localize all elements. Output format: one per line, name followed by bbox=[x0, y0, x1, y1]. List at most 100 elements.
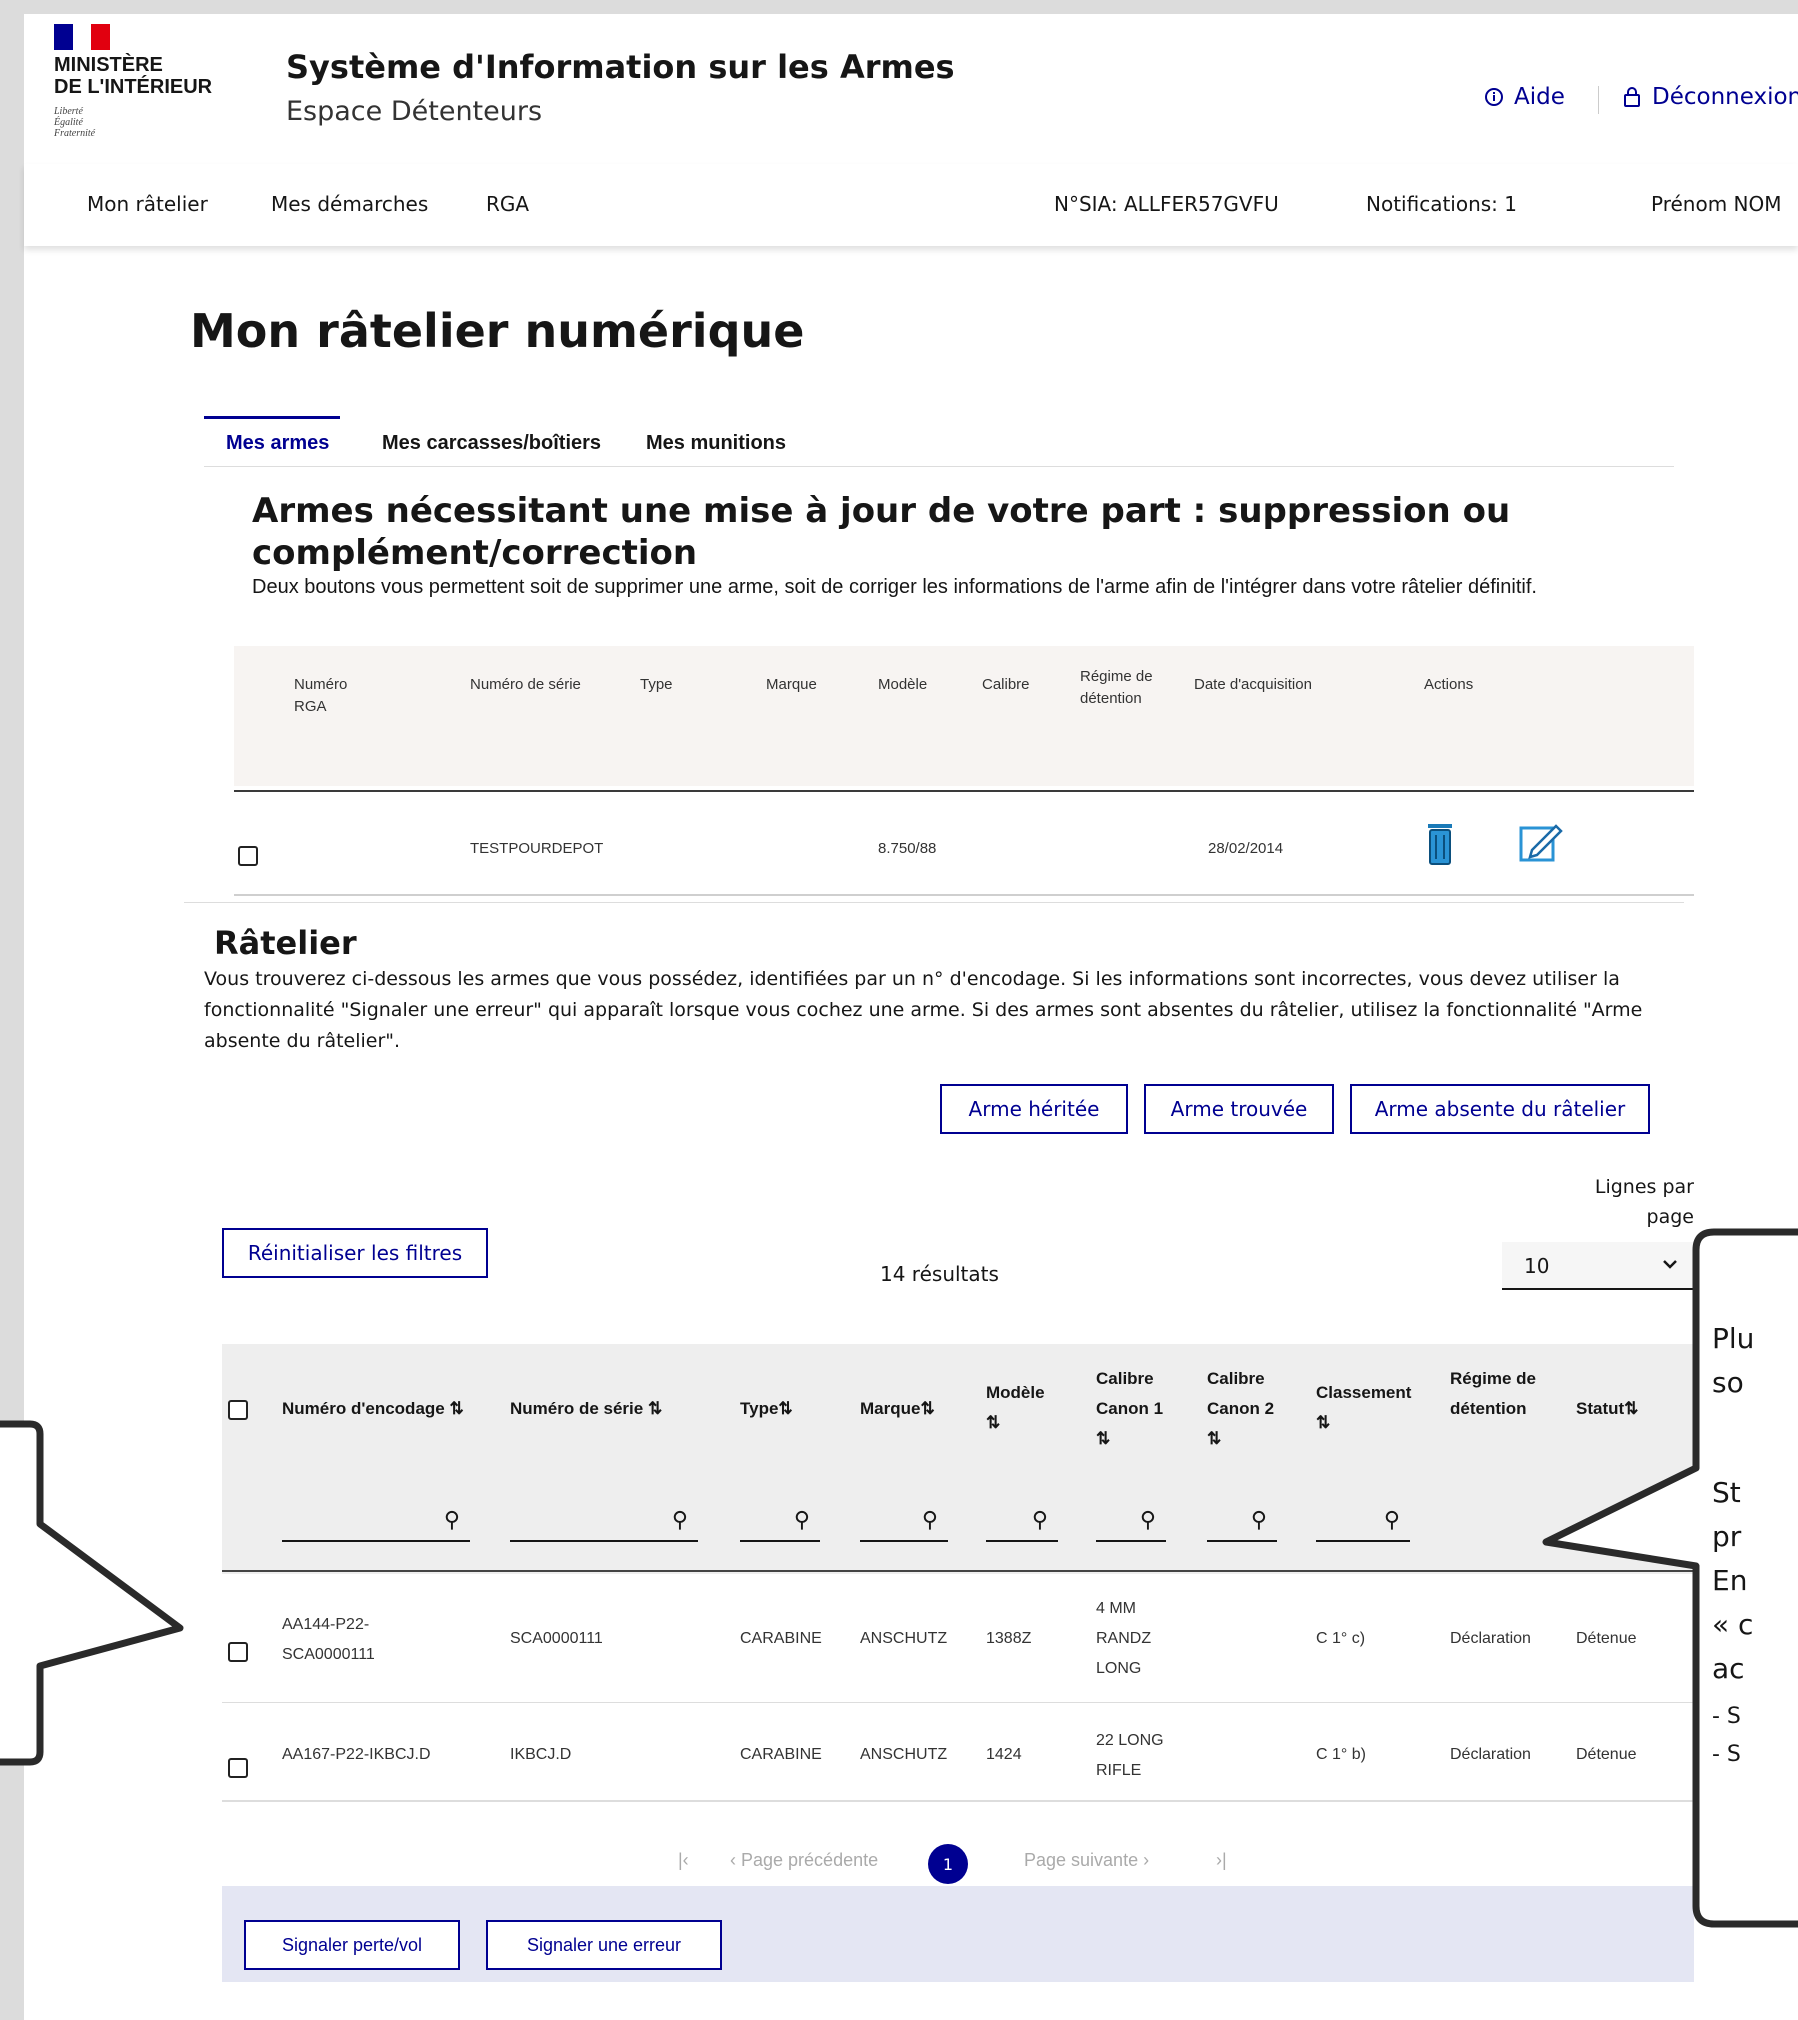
row1-modele: 1388Z bbox=[986, 1630, 1032, 1647]
col-regime: Régime de détention bbox=[1080, 668, 1153, 707]
col-numero-serie: Numéro de série bbox=[470, 676, 581, 693]
callout-right-text-1: Plu bbox=[1712, 1322, 1755, 1355]
filter-calibre2-input[interactable]: ⚲ bbox=[1207, 1508, 1277, 1542]
row2-calibre1: 22 LONG RIFLE bbox=[1096, 1732, 1164, 1779]
ratelier-description: Vous trouverez ci-dessous les armes que … bbox=[204, 968, 1643, 1052]
callout-right-text-2: so bbox=[1712, 1366, 1744, 1399]
current-page[interactable]: 1 bbox=[928, 1844, 968, 1884]
update-section-lead: Deux boutons vous permettent soit de sup… bbox=[252, 576, 1537, 598]
filter-calibre1-input[interactable]: ⚲ bbox=[1096, 1508, 1166, 1542]
marianne-flag-icon bbox=[54, 24, 111, 50]
nav-item-ratelier[interactable]: Mon râtelier bbox=[87, 192, 208, 216]
next-page-link[interactable]: Page suivante › bbox=[1024, 1850, 1149, 1871]
ratelier-table-header-line bbox=[222, 1570, 1694, 1572]
reset-filters-button[interactable]: Réinitialiser les filtres bbox=[222, 1228, 488, 1278]
update-table-header-line bbox=[234, 790, 1694, 792]
republic-motto: Liberté Égalité Fraternité bbox=[54, 106, 96, 139]
main-nav: Mon râtelier Mes démarches RGA N°SIA: AL… bbox=[24, 164, 1798, 246]
logout-label: Déconnexion bbox=[1652, 84, 1798, 110]
callout-right-text-4: pr bbox=[1712, 1520, 1742, 1553]
tab-munitions[interactable]: Mes munitions bbox=[646, 432, 786, 455]
page: MINISTÈRE DE L'INTÉRIEUR Liberté Égalité… bbox=[0, 14, 1798, 2020]
col-modele: Modèle bbox=[878, 676, 928, 693]
site-title[interactable]: Système d'Information sur les Armes bbox=[286, 48, 955, 86]
col-marque-sort[interactable]: Marque⇅ bbox=[860, 1394, 935, 1424]
report-error-button[interactable]: Signaler une erreur bbox=[486, 1920, 722, 1970]
col-type-sort[interactable]: Type⇅ bbox=[740, 1394, 793, 1424]
search-icon: ⚲ bbox=[1139, 1508, 1156, 1533]
logout-link[interactable]: Déconnexion bbox=[1622, 84, 1798, 110]
row1-serie: SCA0000111 bbox=[510, 1630, 603, 1647]
filter-encodage-input[interactable]: ⚲ bbox=[282, 1508, 470, 1542]
col-encodage[interactable]: Numéro d'encodage ⇅ bbox=[282, 1394, 464, 1424]
help-link[interactable]: Aide bbox=[1484, 84, 1565, 110]
update-table-header bbox=[234, 646, 1694, 786]
col-calibre1-sort[interactable]: Calibre Canon 1 ⇅ bbox=[1096, 1364, 1166, 1454]
col-calibre2-sort[interactable]: Calibre Canon 2 ⇅ bbox=[1207, 1364, 1277, 1454]
update-row-serial: TESTPOURDEPOT bbox=[470, 840, 604, 857]
edit-pencil-icon[interactable] bbox=[1518, 820, 1564, 864]
row1-calibre1: 4 MM RANDZ LONG bbox=[1096, 1600, 1152, 1677]
prev-page-label: Page précédente bbox=[741, 1850, 879, 1870]
search-icon: ⚲ bbox=[921, 1508, 938, 1533]
col-actions: Actions bbox=[1424, 676, 1474, 693]
site-subtitle: Espace Détenteurs bbox=[286, 96, 543, 127]
results-count: 14 résultats bbox=[880, 1262, 999, 1286]
callout-right-text-6: « c bbox=[1712, 1608, 1754, 1641]
tab-panel-border bbox=[204, 466, 1674, 467]
select-all-checkbox[interactable] bbox=[228, 1400, 248, 1420]
tab-mes-armes[interactable]: Mes armes bbox=[226, 432, 329, 455]
callout-left bbox=[0, 1420, 184, 1766]
col-classement-sort[interactable]: Classement ⇅ bbox=[1316, 1378, 1416, 1438]
filter-serie-input[interactable]: ⚲ bbox=[510, 1508, 698, 1542]
arme-trouvee-button[interactable]: Arme trouvée bbox=[1144, 1084, 1334, 1134]
first-page-icon[interactable]: |‹ bbox=[678, 1850, 689, 1871]
row1-encodage: AA144-P22-SCA0000111 bbox=[282, 1616, 375, 1663]
page-title: Mon râtelier numérique bbox=[190, 304, 805, 358]
row2-encodage: AA167-P22-IKBCJ.D bbox=[282, 1746, 431, 1763]
row-checkbox[interactable] bbox=[228, 1758, 248, 1778]
callout-right bbox=[1542, 1228, 1798, 1928]
search-icon: ⚲ bbox=[1031, 1508, 1048, 1533]
update-row-checkbox[interactable] bbox=[238, 846, 258, 866]
filter-modele-input[interactable]: ⚲ bbox=[986, 1508, 1058, 1542]
col-serie[interactable]: Numéro de série ⇅ bbox=[510, 1394, 662, 1424]
arme-heritee-button[interactable]: Arme héritée bbox=[940, 1084, 1128, 1134]
row2-regime: Déclaration bbox=[1450, 1746, 1531, 1763]
callout-right-text-5: En bbox=[1712, 1564, 1748, 1597]
nav-item-rga[interactable]: RGA bbox=[486, 192, 529, 216]
header-separator bbox=[1598, 86, 1599, 114]
sia-number: N°SIA: ALLFER57GVFU bbox=[1054, 192, 1279, 216]
callout-right-text-9: - S bbox=[1712, 1742, 1741, 1767]
row2-classement: C 1° b) bbox=[1316, 1746, 1366, 1763]
row1-classement: C 1° c) bbox=[1316, 1630, 1366, 1647]
row2-type: CARABINE bbox=[740, 1746, 822, 1763]
col-modele-sort[interactable]: Modèle ⇅ bbox=[986, 1378, 1056, 1438]
col-numero-rga: Numéro RGA bbox=[294, 676, 348, 715]
filter-marque-input[interactable]: ⚲ bbox=[860, 1508, 948, 1542]
report-loss-button[interactable]: Signaler perte/vol bbox=[244, 1920, 460, 1970]
last-page-icon[interactable]: ›| bbox=[1216, 1850, 1227, 1871]
section-divider bbox=[184, 902, 1684, 903]
arme-absente-button[interactable]: Arme absente du râtelier bbox=[1350, 1084, 1650, 1134]
tab-carcasses[interactable]: Mes carcasses/boîtiers bbox=[382, 432, 601, 455]
row2-serie: IKBCJ.D bbox=[510, 1746, 572, 1763]
lines-per-page-label: Lignes par page bbox=[1594, 1176, 1694, 1228]
notifications-link[interactable]: Notifications: 1 bbox=[1366, 192, 1517, 216]
site-header: MINISTÈRE DE L'INTÉRIEUR Liberté Égalité… bbox=[24, 14, 1798, 165]
prev-page-link[interactable]: ‹ Page précédente bbox=[730, 1850, 878, 1871]
user-name[interactable]: Prénom NOM bbox=[1651, 192, 1782, 216]
col-date-acquisition: Date d'acquisition bbox=[1194, 676, 1312, 693]
col-calibre: Calibre bbox=[982, 676, 1030, 693]
search-icon: ⚲ bbox=[443, 1508, 460, 1533]
nav-item-demarches[interactable]: Mes démarches bbox=[271, 192, 428, 216]
filter-type-input[interactable]: ⚲ bbox=[740, 1508, 820, 1542]
row-checkbox[interactable] bbox=[228, 1642, 248, 1662]
filter-classement-input[interactable]: ⚲ bbox=[1316, 1508, 1410, 1542]
lock-icon bbox=[1624, 87, 1640, 107]
callout-right-text-3: St bbox=[1712, 1476, 1741, 1509]
next-page-label: Page suivante bbox=[1024, 1850, 1139, 1870]
ministry-logo-text: MINISTÈRE DE L'INTÉRIEUR bbox=[54, 54, 213, 98]
update-row-model: 8.750/88 bbox=[878, 840, 937, 857]
delete-trash-icon[interactable] bbox=[1424, 822, 1456, 866]
